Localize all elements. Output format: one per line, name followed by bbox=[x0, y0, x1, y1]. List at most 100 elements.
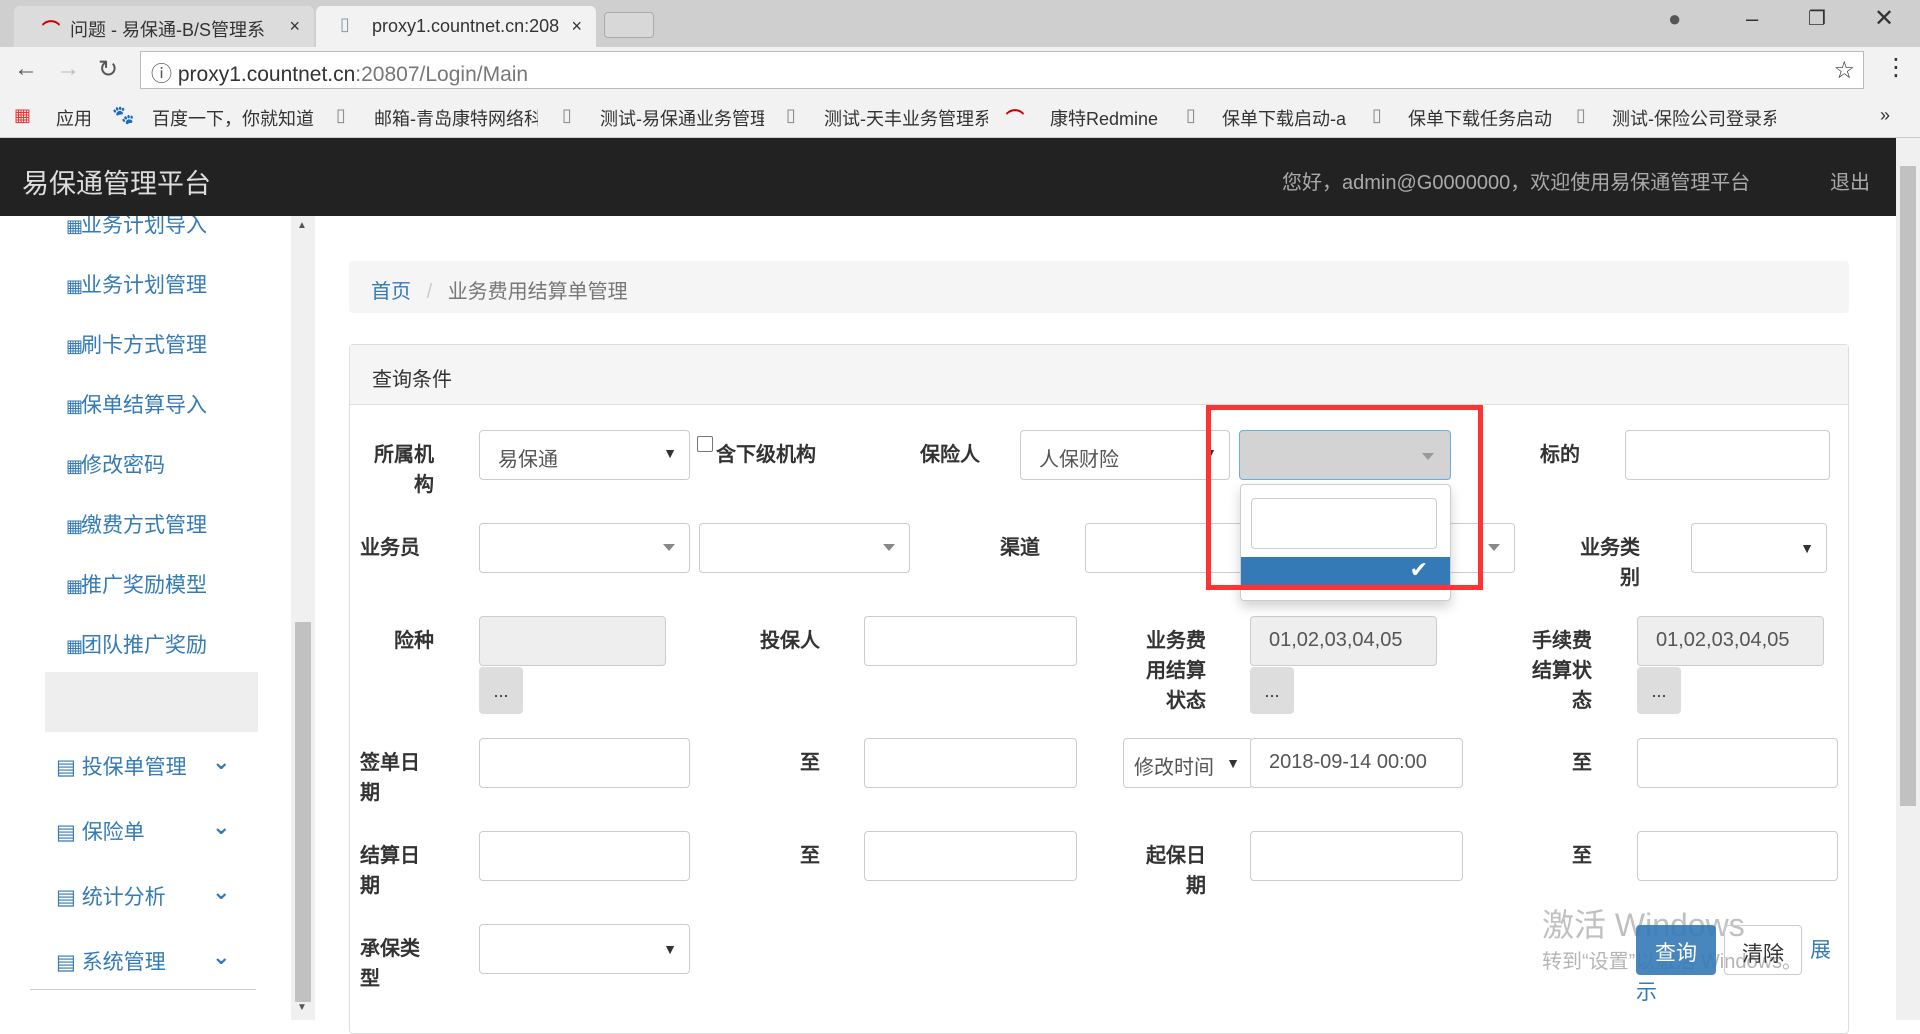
expand-link[interactable]: 展 bbox=[1810, 934, 1831, 964]
forward-icon[interactable]: → bbox=[56, 55, 80, 83]
sidebar-group[interactable]: ▤ 系统管理 bbox=[56, 946, 166, 976]
settle-date-to[interactable] bbox=[864, 831, 1077, 881]
bookmark[interactable]: 保单下载启动-a bbox=[1222, 105, 1346, 131]
salesman-select-2[interactable] bbox=[699, 523, 910, 573]
org-label: 所属机构 bbox=[374, 444, 434, 496]
list-icon: ▤ bbox=[56, 756, 76, 779]
close-tab-icon[interactable]: × bbox=[571, 16, 582, 37]
browser-tab-active[interactable]: ▯ proxy1.countnet.cn:208 × bbox=[316, 6, 596, 47]
bookmark[interactable]: 康特Redmine bbox=[1050, 105, 1158, 131]
breadcrumb-home[interactable]: 首页 bbox=[371, 281, 411, 303]
sidebar-item[interactable]: ▦业务计划管理 bbox=[66, 269, 207, 299]
restore-icon[interactable]: ❐ bbox=[1808, 6, 1826, 31]
bookmark[interactable]: 测试-易保通业务管理 bbox=[600, 105, 764, 131]
cover-type-label: 承保类型 bbox=[360, 938, 420, 990]
url-bar[interactable]: ⓘ proxy1.countnet.cn:20807/Login/Main ☆ bbox=[140, 51, 1864, 89]
bookmark[interactable]: 百度一下，你就知道 bbox=[152, 105, 314, 131]
menu-icon[interactable]: ⋮ bbox=[1884, 53, 1908, 82]
url-path: :20807/Login/Main bbox=[355, 63, 529, 86]
sidebar-item[interactable]: ▦修改密码 bbox=[66, 449, 165, 479]
bookmark[interactable]: 保单下载任务启动 bbox=[1408, 105, 1552, 131]
risk-input[interactable] bbox=[479, 616, 666, 666]
grid-icon: ▦ bbox=[66, 576, 83, 596]
commission-status-input[interactable]: 01,02,03,04,05 bbox=[1637, 616, 1824, 666]
query-button[interactable]: 查询 bbox=[1636, 925, 1716, 975]
sidebar-item[interactable]: ▦业务计划导入 bbox=[66, 216, 207, 239]
expand-link-cont[interactable]: 示 bbox=[1636, 976, 1657, 1006]
sidebar-group[interactable]: ▤ 投保单管理 bbox=[56, 751, 187, 781]
bookmark[interactable]: 测试-天丰业务管理系 bbox=[824, 105, 988, 131]
chevron-down-icon[interactable]: ⌄ bbox=[212, 944, 230, 970]
settle-date-from[interactable] bbox=[479, 831, 690, 881]
minimize-icon[interactable]: – bbox=[1746, 6, 1758, 32]
sidebar-item[interactable]: ▦刷卡方式管理 bbox=[66, 329, 207, 359]
sidebar-group[interactable]: ▤ 保险单 bbox=[56, 816, 145, 846]
sidebar-item[interactable]: ▦缴费方式管理 bbox=[66, 509, 207, 539]
start-date-from[interactable] bbox=[1250, 831, 1463, 881]
bookmark[interactable]: 测试-保险公司登录系 bbox=[1612, 105, 1776, 131]
breadcrumb: 首页 / 业务费用结算单管理 bbox=[349, 261, 1849, 313]
sign-date-to[interactable] bbox=[864, 738, 1077, 788]
chevron-down-icon[interactable]: ⌄ bbox=[212, 749, 230, 775]
bookmark[interactable]: 邮箱-青岛康特网络科 bbox=[374, 105, 538, 131]
close-window-icon[interactable]: ✕ bbox=[1874, 4, 1894, 33]
logout-link[interactable]: 退出 bbox=[1830, 166, 1870, 195]
include-sub-checkbox[interactable] bbox=[697, 436, 713, 452]
sidebar-item[interactable]: ▦保单结算导入 bbox=[66, 389, 207, 419]
tab-title: proxy1.countnet.cn:208 bbox=[372, 16, 560, 36]
time-to-input[interactable] bbox=[1637, 738, 1838, 788]
sidebar-item[interactable]: ▦推广奖励模型 bbox=[66, 569, 207, 599]
applicant-label: 投保人 bbox=[760, 630, 820, 652]
profile-icon[interactable]: ● bbox=[1668, 6, 1681, 32]
url-host: proxy1.countnet.cn bbox=[177, 63, 356, 86]
page-scrollbar[interactable] bbox=[1896, 138, 1920, 1020]
channel-label: 渠道 bbox=[1000, 537, 1040, 559]
grid-icon: ▦ bbox=[66, 516, 83, 536]
list-icon: ▤ bbox=[56, 951, 76, 974]
risk-picker-button[interactable]: ... bbox=[479, 667, 523, 714]
browser-tab[interactable]: ⌒ 问题 - 易保通-B/S管理系 × bbox=[14, 6, 314, 47]
clear-button[interactable]: 清除 bbox=[1724, 925, 1802, 975]
cover-type-select[interactable]: ▼ bbox=[479, 924, 690, 974]
more-bookmarks[interactable]: » bbox=[1880, 105, 1890, 126]
fee-status-picker-button[interactable]: ... bbox=[1250, 667, 1294, 714]
sidebar-item[interactable]: ▦团队推广奖励 bbox=[66, 629, 207, 659]
sidebar-scrollbar[interactable]: ▲ ▼ bbox=[291, 216, 315, 1020]
org-select[interactable]: 易保通 ▼ bbox=[479, 430, 690, 480]
settle-date-label: 结算日期 bbox=[360, 845, 420, 897]
app-title[interactable]: 易保通管理平台 bbox=[22, 162, 211, 201]
reload-icon[interactable]: ↻ bbox=[98, 55, 118, 84]
close-tab-icon[interactable]: × bbox=[289, 16, 300, 37]
grid-icon: ▦ bbox=[66, 636, 83, 656]
to-label: 至 bbox=[1572, 752, 1592, 774]
bookmark[interactable]: 应用 bbox=[56, 105, 92, 131]
time-type-select[interactable]: 修改时间 ▼ bbox=[1123, 738, 1253, 788]
salesman-select-1[interactable] bbox=[479, 523, 690, 573]
new-tab-button[interactable] bbox=[604, 12, 654, 38]
time-from-input[interactable]: 2018-09-14 00:00 bbox=[1250, 738, 1463, 788]
panel-title: 查询条件 bbox=[350, 345, 1848, 405]
start-date-to[interactable] bbox=[1637, 831, 1838, 881]
page-icon: ▯ bbox=[1576, 105, 1586, 125]
chevron-down-icon[interactable]: ⌄ bbox=[212, 879, 230, 905]
include-sub-label[interactable]: 含下级机构 bbox=[716, 438, 816, 467]
address-row: ← → ↻ ⓘ proxy1.countnet.cn:20807/Login/M… bbox=[0, 47, 1920, 93]
fee-status-input[interactable]: 01,02,03,04,05 bbox=[1250, 616, 1437, 666]
sidebar: ▦业务计划导入 ▦业务计划管理 ▦刷卡方式管理 ▦保单结算导入 ▦修改密码 ▦缴费方式管理… bbox=[0, 216, 315, 1020]
chevron-down-icon[interactable]: ⌄ bbox=[212, 814, 230, 840]
sidebar-group[interactable]: ▤ 统计分析 bbox=[56, 881, 166, 911]
redmine-icon: ⌒ bbox=[1006, 109, 1024, 129]
grid-icon: ▦ bbox=[66, 216, 83, 236]
biztype-select[interactable]: ▼ bbox=[1691, 523, 1827, 573]
to-label: 至 bbox=[800, 752, 820, 774]
divider bbox=[30, 989, 256, 990]
applicant-input[interactable] bbox=[864, 616, 1077, 666]
page-icon: ▯ bbox=[786, 105, 796, 125]
subject-input[interactable] bbox=[1625, 430, 1830, 480]
bookmark-star-icon[interactable]: ☆ bbox=[1833, 56, 1855, 85]
insurer-select[interactable]: 人保财险 ▼ bbox=[1020, 430, 1230, 480]
commission-status-picker-button[interactable]: ... bbox=[1637, 667, 1681, 714]
back-icon[interactable]: ← bbox=[14, 55, 38, 83]
page-icon: ▯ bbox=[340, 14, 350, 34]
sign-date-from[interactable] bbox=[479, 738, 690, 788]
